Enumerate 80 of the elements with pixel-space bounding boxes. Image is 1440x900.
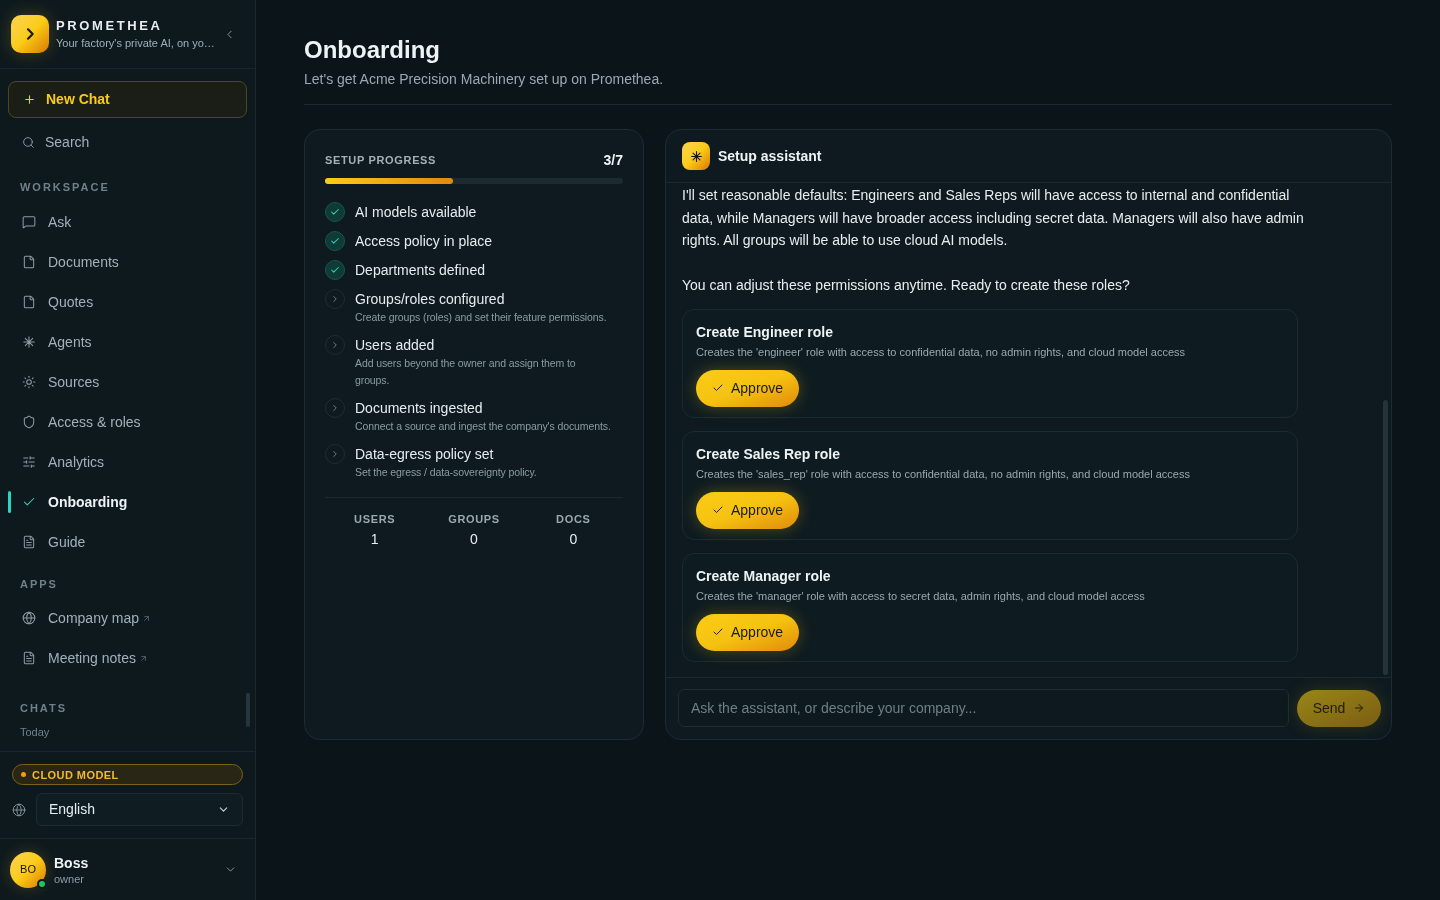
nav-item[interactable]: Company map bbox=[8, 598, 247, 638]
progress-count: 3/7 bbox=[603, 152, 623, 168]
section-label: CHATS bbox=[19, 701, 68, 715]
chat-bubble-icon bbox=[22, 215, 36, 229]
check-icon bbox=[712, 382, 724, 394]
nav-item[interactable]: Agents bbox=[8, 322, 247, 362]
action-description: Creates the 'manager' role with access to secret data, admin rights, and cloud model access bbox=[696, 588, 1146, 604]
document-icon bbox=[22, 651, 36, 665]
check-icon bbox=[22, 495, 36, 509]
file-icon bbox=[22, 255, 36, 269]
action-title: Create Engineer role bbox=[696, 322, 834, 342]
step-description: Set the egress / data-sovereignty policy. bbox=[355, 465, 537, 480]
step-title: Groups/roles configured bbox=[355, 290, 506, 309]
nav-item[interactable]: Sources bbox=[8, 362, 247, 402]
stat-value: 0 bbox=[470, 530, 478, 549]
stat-value: 0 bbox=[569, 530, 578, 549]
globe-icon bbox=[12, 802, 26, 817]
plus-icon bbox=[23, 93, 36, 106]
nav-item[interactable]: Ask bbox=[8, 202, 247, 242]
stat-label: GROUPS bbox=[448, 512, 500, 527]
check-icon bbox=[712, 626, 724, 638]
sliders-icon bbox=[22, 455, 36, 469]
action-title: Create Sales Rep role bbox=[696, 444, 841, 464]
sun-icon bbox=[22, 375, 36, 389]
asterisk-icon bbox=[22, 335, 36, 349]
step-title: Users added bbox=[355, 336, 436, 355]
search-icon bbox=[22, 135, 35, 149]
assistant-message: You can adjust these permissions anytime. Ready to create these roles? bbox=[682, 276, 1131, 295]
message-input[interactable]: Ask the assistant, or describe your company... bbox=[678, 689, 1289, 727]
selection-bar bbox=[8, 491, 11, 513]
search-button[interactable]: Search bbox=[8, 122, 247, 162]
step-title: Data-egress policy set bbox=[355, 445, 495, 464]
step-title: Departments defined bbox=[355, 261, 485, 280]
step-description: Connect a source and ingest the company's documents. bbox=[355, 419, 611, 434]
globe-icon bbox=[22, 611, 36, 625]
stat-label: DOCS bbox=[556, 512, 591, 527]
model-label: CLOUD MODEL bbox=[32, 767, 119, 782]
action-title: Create Manager role bbox=[696, 566, 832, 586]
document-icon bbox=[22, 535, 36, 549]
avatar: BO bbox=[10, 851, 46, 888]
step-description: Add users beyond the owner and assign them to groups. bbox=[355, 356, 577, 388]
nav-item[interactable]: Onboarding bbox=[8, 482, 247, 522]
check-icon bbox=[712, 504, 724, 516]
nav-item[interactable]: Documents bbox=[8, 242, 247, 282]
nav-item[interactable]: Access & roles bbox=[8, 402, 247, 442]
page-subtitle: Let's get Acme Precision Machinery set up on Promethea. bbox=[304, 70, 665, 89]
chat-group-label: Today bbox=[19, 725, 51, 739]
nav-item[interactable]: Quotes bbox=[8, 282, 247, 322]
step-title: AI models available bbox=[355, 203, 477, 222]
approve-button[interactable]: Approve bbox=[696, 369, 800, 407]
arrow-right-icon bbox=[1353, 702, 1366, 714]
user-name: Boss bbox=[54, 853, 89, 872]
shield-icon bbox=[22, 415, 36, 429]
scrollbar-thumb[interactable] bbox=[1383, 400, 1388, 675]
page-title: Onboarding bbox=[304, 35, 441, 65]
nav-item[interactable]: Analytics bbox=[8, 442, 247, 482]
file-icon bbox=[22, 295, 36, 309]
section-label: WORKSPACE bbox=[19, 180, 111, 194]
step-description: Create groups (roles) and set their feature permissions. bbox=[355, 310, 607, 325]
approve-button[interactable]: Approve bbox=[696, 613, 800, 651]
stat-value: 1 bbox=[370, 530, 379, 549]
user-role: owner bbox=[54, 871, 85, 886]
action-description: Creates the 'sales_rep' role with access to confidential data, no admin rights, and cloud model access bbox=[696, 466, 1191, 482]
stat-label: USERS bbox=[354, 512, 396, 527]
section-label: APPS bbox=[19, 577, 59, 591]
assistant-message: I'll set reasonable defaults: Engineers and Sales Reps will have access to internal and confidential data, while Managers will have broader access including secret data. Managers will also have admin rights. All groups will be able to use cloud AI models. bbox=[682, 186, 1305, 250]
action-description: Creates the 'engineer' role with access to confidential data, no admin rights, and cloud model access bbox=[696, 344, 1187, 360]
nav-item[interactable]: Meeting notes bbox=[8, 638, 247, 678]
language-select[interactable]: English bbox=[36, 793, 243, 826]
nav-item[interactable]: Guide bbox=[8, 522, 247, 562]
logo-icon bbox=[11, 15, 49, 53]
asterisk-icon bbox=[682, 142, 710, 170]
approve-button[interactable]: Approve bbox=[696, 491, 800, 529]
brand-name: PROMETHEA bbox=[56, 18, 164, 34]
step-title: Access policy in place bbox=[355, 232, 492, 251]
panel-title: Setup assistant bbox=[718, 146, 822, 166]
brand-tagline: Your factory's private AI, on yo… bbox=[56, 36, 215, 50]
new-chat-button[interactable]: New Chat bbox=[8, 81, 247, 118]
progress-title: SETUP PROGRESS bbox=[325, 153, 437, 168]
step-title: Documents ingested bbox=[355, 399, 484, 418]
